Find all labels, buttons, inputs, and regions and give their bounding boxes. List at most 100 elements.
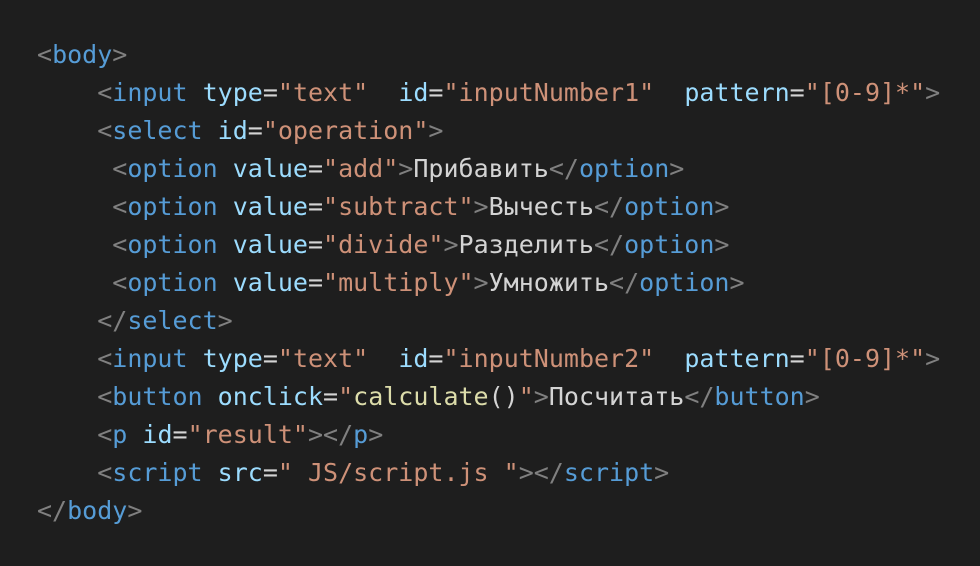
token-attribute-name: id — [398, 78, 429, 107]
token-function-name: calculate — [353, 382, 489, 411]
token-string-value: "inputNumber2" — [443, 344, 655, 373]
token-attribute-name: type — [202, 78, 263, 107]
token-plain-text — [218, 230, 233, 259]
token-plain-text — [188, 344, 203, 373]
token-punctuation: </ — [37, 496, 68, 525]
token-attribute-name: value — [232, 230, 308, 259]
code-line: <input type="text" id="inputNumber1" pat… — [37, 74, 940, 112]
token-punctuation: > — [669, 154, 685, 183]
token-plain-text: = — [262, 78, 278, 107]
token-attribute-name: pattern — [684, 78, 790, 107]
token-punctuation: > — [473, 268, 489, 297]
token-punctuation: > — [217, 306, 233, 335]
token-tag-name: option — [578, 154, 670, 183]
code-line: <option value="divide">Разделить</option… — [37, 226, 940, 264]
token-punctuation: </ — [97, 306, 128, 335]
token-punctuation: < — [37, 40, 53, 69]
token-plain-text: = — [428, 78, 444, 107]
token-plain-text — [203, 382, 218, 411]
token-attribute-name: value — [232, 154, 308, 183]
token-punctuation: > — [473, 192, 489, 221]
token-punctuation: ></ — [518, 458, 564, 487]
code-line: <option value="multiply">Умножить</optio… — [37, 264, 940, 302]
token-tag-name: option — [127, 230, 218, 259]
token-plain-text — [368, 344, 398, 373]
token-plain-text: Разделить — [458, 230, 594, 259]
token-plain-text: Вычесть — [488, 192, 594, 221]
token-punctuation: < — [112, 230, 128, 259]
code-line: </body> — [37, 492, 940, 530]
token-tag-name: script — [112, 458, 203, 487]
token-string-value: "text" — [277, 344, 369, 373]
code-line: <input type="text" id="inputNumber2" pat… — [37, 340, 940, 378]
token-string-value: "divide" — [323, 230, 444, 259]
code-line: <button onclick="calculate()">Посчитать<… — [37, 378, 940, 416]
token-string-value: " — [338, 382, 354, 411]
token-plain-text: Умножить — [488, 268, 610, 297]
token-punctuation: </ — [609, 268, 640, 297]
token-plain-text — [218, 192, 233, 221]
token-punctuation: < — [112, 268, 128, 297]
token-plain-text — [218, 268, 233, 297]
token-punctuation: > — [368, 420, 384, 449]
token-punctuation: > — [533, 382, 549, 411]
code-line: </select> — [37, 302, 940, 340]
token-tag-name: button — [112, 382, 203, 411]
token-plain-text: = — [789, 78, 805, 107]
code-line: <script src=" JS/script.js "></script> — [37, 454, 940, 492]
token-plain-text: = — [307, 230, 324, 259]
token-tag-name: select — [127, 306, 218, 335]
token-tag-name: option — [639, 268, 730, 297]
code-line: <body> — [37, 36, 940, 74]
token-attribute-name: onclick — [217, 382, 324, 411]
token-plain-text — [188, 78, 203, 107]
token-plain-text — [203, 116, 218, 145]
token-punctuation: > — [127, 496, 143, 525]
token-punctuation: </ — [548, 154, 579, 183]
token-plain-text: Посчитать — [548, 382, 685, 411]
token-punctuation: > — [428, 116, 444, 145]
token-punctuation: > — [804, 382, 820, 411]
token-string-value: "result" — [187, 420, 308, 449]
code-line: <option value="subtract">Вычесть</option… — [37, 188, 940, 226]
token-plain-text — [218, 154, 233, 183]
token-plain-text: = — [247, 116, 263, 145]
token-plain-text: = — [262, 458, 278, 487]
token-tag-name: option — [624, 230, 715, 259]
token-attribute-name: id — [142, 420, 173, 449]
token-plain-text — [654, 78, 684, 107]
token-plain-text — [654, 344, 684, 373]
token-punctuation: > — [654, 458, 670, 487]
token-string-value: " — [518, 382, 534, 411]
token-punctuation: < — [112, 192, 128, 221]
token-string-value: "text" — [277, 78, 369, 107]
token-string-value: "[0-9]*" — [804, 78, 926, 107]
token-plain-text: = — [262, 344, 278, 373]
token-punctuation: < — [97, 116, 113, 145]
code-line: <p id="result"></p> — [37, 416, 940, 454]
token-attribute-name: value — [232, 268, 308, 297]
token-plain-text: = — [307, 192, 324, 221]
token-plain-text — [203, 458, 218, 487]
token-punctuation: > — [714, 230, 730, 259]
token-punctuation: > — [925, 78, 941, 107]
token-tag-name: script — [563, 458, 655, 487]
token-plain-text — [127, 420, 142, 449]
token-punctuation: < — [97, 78, 113, 107]
token-punctuation: > — [714, 192, 730, 221]
token-string-value: "subtract" — [323, 192, 474, 221]
token-punctuation: < — [97, 458, 113, 487]
token-plain-text: Прибавить — [413, 154, 549, 183]
token-plain-text: = — [428, 344, 444, 373]
token-string-value: " JS/script.js " — [277, 458, 519, 487]
token-tag-name: body — [67, 496, 128, 525]
token-tag-name: select — [112, 116, 203, 145]
token-punctuation: > — [112, 40, 128, 69]
